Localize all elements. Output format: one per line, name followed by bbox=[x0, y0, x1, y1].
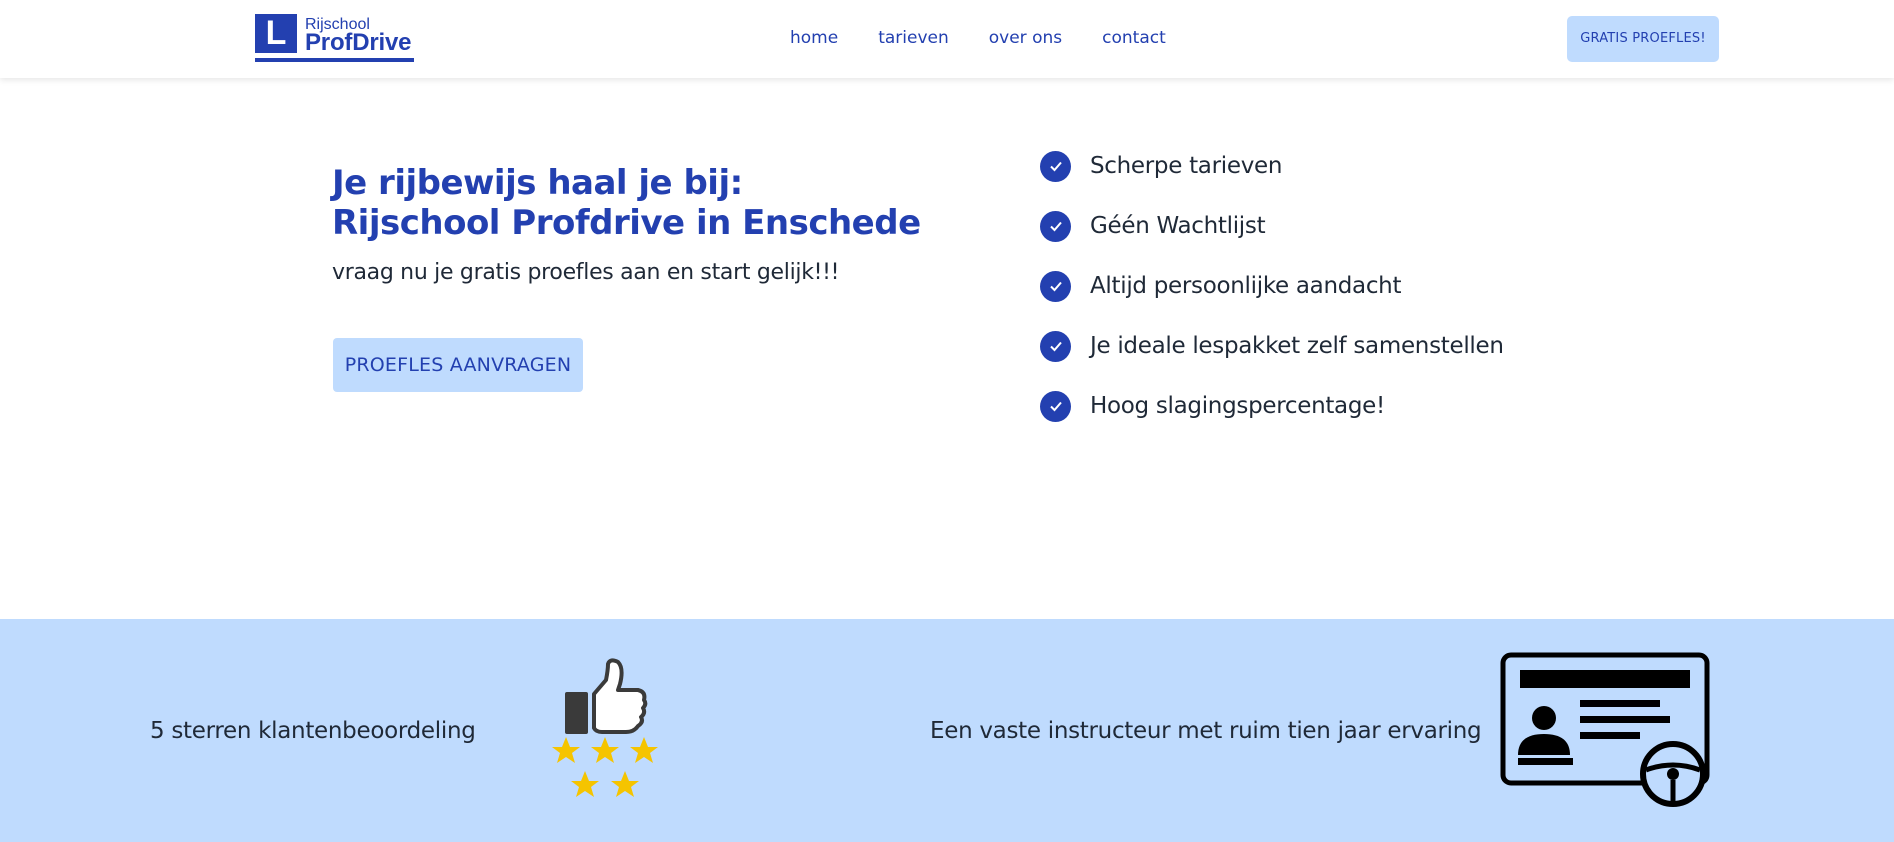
nav-contact[interactable]: contact bbox=[1102, 28, 1166, 48]
logo-big-text: ProfDrive bbox=[305, 29, 412, 56]
check-circle-icon bbox=[1040, 150, 1071, 182]
proefles-aanvragen-button[interactable]: PROEFLES AANVRAGEN bbox=[333, 338, 583, 392]
feature-item: Géén Wachtlijst bbox=[1040, 210, 1504, 242]
check-circle-icon bbox=[1040, 210, 1071, 242]
usp-band: 5 sterren klantenbeoordeling Een vaste i… bbox=[0, 619, 1894, 842]
nav-over-ons[interactable]: over ons bbox=[989, 28, 1062, 48]
nav-tarieven[interactable]: tarieven bbox=[878, 28, 949, 48]
reviews-text: 5 sterren klantenbeoordeling bbox=[150, 718, 476, 744]
feature-text: Hoog slagingspercentage! bbox=[1090, 393, 1385, 419]
nav-home[interactable]: home bbox=[790, 28, 838, 48]
feature-text: Scherpe tarieven bbox=[1090, 153, 1283, 179]
feature-text: Géén Wachtlijst bbox=[1090, 213, 1266, 239]
feature-item: Hoog slagingspercentage! bbox=[1040, 390, 1504, 422]
gratis-proefles-button[interactable]: GRATIS PROEFLES! bbox=[1567, 16, 1719, 62]
feature-list: Scherpe tarieven Géén Wachtlijst Altijd … bbox=[1040, 150, 1504, 451]
driving-license-icon bbox=[1500, 652, 1710, 807]
feature-text: Altijd persoonlijke aandacht bbox=[1090, 273, 1402, 299]
check-circle-icon bbox=[1040, 270, 1071, 302]
site-header: L Rijschool ProfDrive home tarieven over… bbox=[0, 0, 1894, 78]
hero-title-line2: Rijschool Profdrive in Enschede bbox=[332, 203, 921, 243]
hero-title-line1: Je rijbewijs haal je bij: bbox=[332, 163, 743, 203]
check-circle-icon bbox=[1040, 390, 1071, 422]
main-nav: home tarieven over ons contact bbox=[790, 28, 1206, 48]
logo-underline bbox=[255, 58, 414, 62]
thumbs-up-stars-icon bbox=[552, 658, 658, 797]
feature-item: Scherpe tarieven bbox=[1040, 150, 1504, 182]
logo-l-plate-icon: L bbox=[255, 14, 297, 53]
check-circle-icon bbox=[1040, 330, 1071, 362]
brand-logo[interactable]: L Rijschool ProfDrive bbox=[255, 14, 415, 64]
instructor-text: Een vaste instructeur met ruim tien jaar… bbox=[930, 718, 1482, 744]
hero-title: Je rijbewijs haal je bij: Rijschool Prof… bbox=[332, 163, 932, 243]
hero-subtitle: vraag nu je gratis proefles aan en start… bbox=[332, 260, 840, 285]
feature-text: Je ideale lespakket zelf samenstellen bbox=[1090, 333, 1504, 359]
feature-item: Je ideale lespakket zelf samenstellen bbox=[1040, 330, 1504, 362]
feature-item: Altijd persoonlijke aandacht bbox=[1040, 270, 1504, 302]
